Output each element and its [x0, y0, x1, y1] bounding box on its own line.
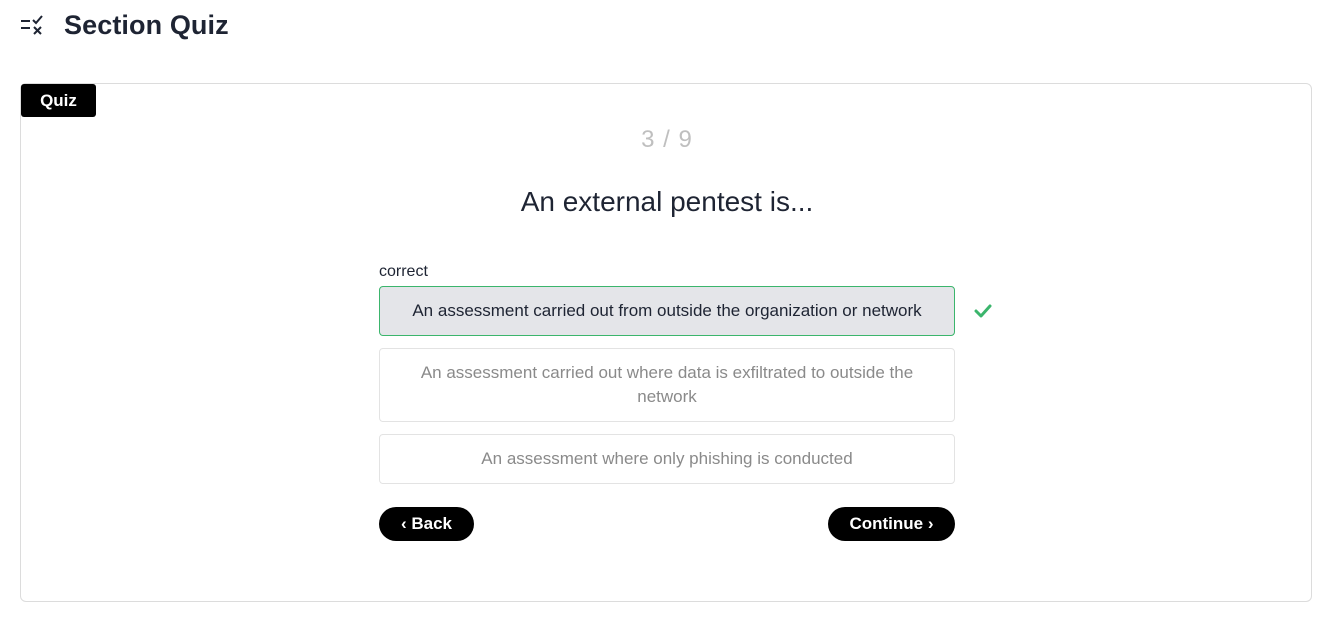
- question-text: An external pentest is...: [520, 186, 814, 217]
- question-progress: 3 / 9: [641, 126, 693, 153]
- answer-option-text: An assessment where only phishing is con…: [481, 449, 853, 468]
- back-button[interactable]: ‹ Back: [379, 507, 474, 541]
- quiz-page: Section Quiz Quiz 3 / 9 An external pent…: [0, 0, 1318, 621]
- page-header: Section Quiz: [20, 8, 229, 42]
- page-title: Section Quiz: [64, 9, 229, 40]
- answer-option-text: An assessment carried out from outside t…: [412, 301, 922, 320]
- answer-option-1[interactable]: An assessment carried out from outside t…: [379, 286, 955, 336]
- quiz-card: [20, 83, 1312, 602]
- checklist-icon: [20, 13, 48, 37]
- answer-option-2[interactable]: An assessment carried out where data is …: [379, 348, 955, 422]
- answer-result-label: correct: [379, 263, 428, 280]
- answer-option-text: An assessment carried out where data is …: [420, 363, 914, 406]
- answer-option-3[interactable]: An assessment where only phishing is con…: [379, 434, 955, 484]
- quiz-tag: Quiz: [21, 84, 96, 117]
- continue-button[interactable]: Continue ›: [828, 507, 955, 541]
- checkmark-icon: [974, 302, 992, 320]
